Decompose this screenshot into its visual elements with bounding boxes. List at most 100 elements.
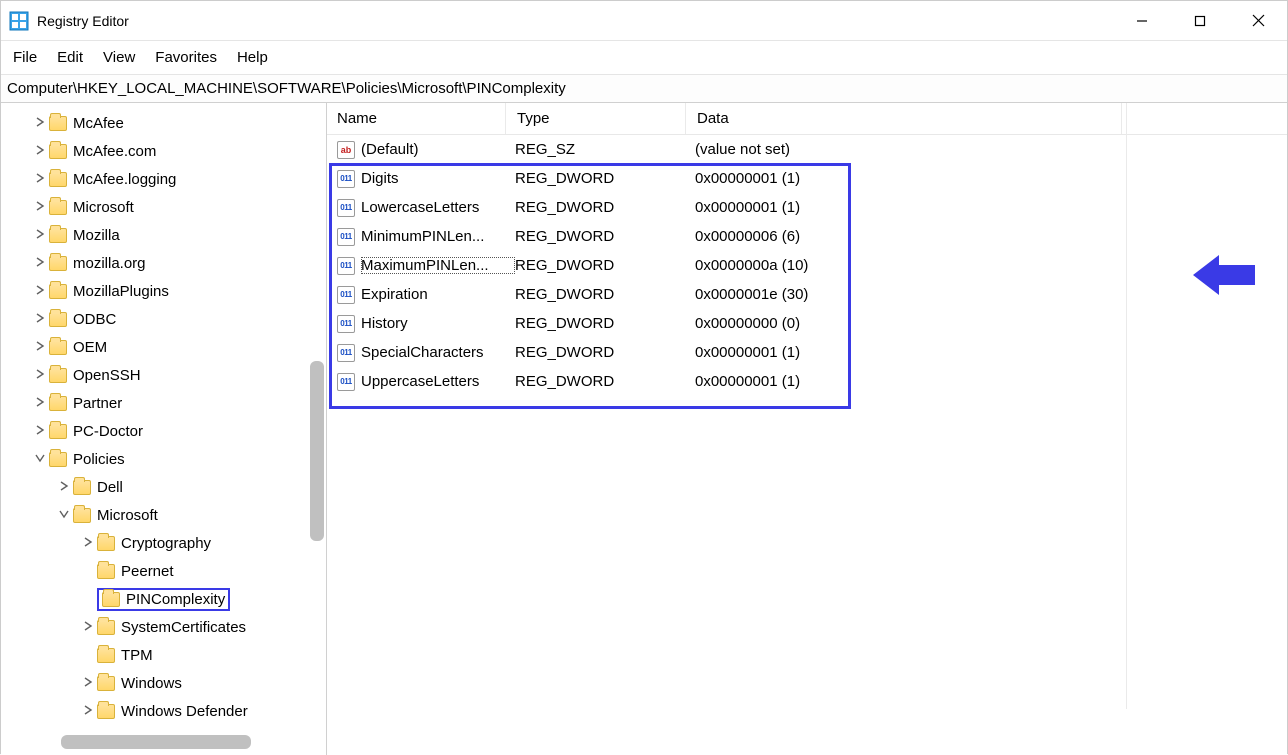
reg-dword-icon: 011 <box>335 256 357 276</box>
menu-help[interactable]: Help <box>237 49 268 66</box>
tree-item[interactable]: Policies <box>1 445 326 473</box>
horizontal-scrollbar[interactable] <box>61 735 251 749</box>
value-type: REG_DWORD <box>515 373 695 390</box>
chevron-right-icon[interactable] <box>31 116 49 130</box>
folder-icon <box>49 228 67 243</box>
menu-view[interactable]: View <box>103 49 135 66</box>
chevron-right-icon[interactable] <box>31 144 49 158</box>
tree-item-label: Mozilla <box>73 227 120 244</box>
panel-divider[interactable] <box>1126 103 1127 709</box>
tree-panel: McAfee McAfee.com McAfee.logging Microsoft M… <box>1 103 327 755</box>
vertical-scrollbar[interactable] <box>310 361 324 541</box>
tree-item[interactable]: Partner <box>1 389 326 417</box>
chevron-right-icon[interactable] <box>31 256 49 270</box>
tree-item[interactable]: Peernet <box>1 557 326 585</box>
value-name: UppercaseLetters <box>361 373 515 390</box>
tree-item[interactable]: Dell <box>1 473 326 501</box>
tree-item[interactable]: Windows <box>1 669 326 697</box>
chevron-right-icon[interactable] <box>79 704 97 718</box>
chevron-right-icon[interactable] <box>31 340 49 354</box>
minimize-button[interactable] <box>1113 0 1171 42</box>
folder-icon <box>102 592 120 607</box>
chevron-down-icon[interactable] <box>55 508 73 522</box>
chevron-right-icon[interactable] <box>31 284 49 298</box>
tree-item[interactable]: mozilla.org <box>1 249 326 277</box>
value-row[interactable]: 011MaximumPINLen...REG_DWORD0x0000000a (… <box>335 251 1287 280</box>
tree-item-label: Policies <box>73 451 125 468</box>
close-button[interactable] <box>1229 0 1287 42</box>
chevron-right-icon[interactable] <box>31 396 49 410</box>
reg-dword-icon: 011 <box>335 285 357 305</box>
chevron-right-icon[interactable] <box>79 536 97 550</box>
tree-item[interactable]: Windows Defender <box>1 697 326 725</box>
value-row[interactable]: 011DigitsREG_DWORD0x00000001 (1) <box>335 164 1287 193</box>
tree-item[interactable]: Cryptography <box>1 529 326 557</box>
chevron-right-icon[interactable] <box>79 620 97 634</box>
value-row[interactable]: 011MinimumPINLen...REG_DWORD0x00000006 (… <box>335 222 1287 251</box>
tree-item[interactable]: Microsoft <box>1 501 326 529</box>
chevron-down-icon[interactable] <box>31 452 49 466</box>
tree-item-label: Peernet <box>121 563 174 580</box>
value-name: Expiration <box>361 286 515 303</box>
values-list[interactable]: ab(Default)REG_SZ(value not set)011Digit… <box>327 135 1287 396</box>
col-header-name[interactable]: Name <box>337 110 517 127</box>
folder-icon <box>49 256 67 271</box>
folder-icon <box>97 564 115 579</box>
folder-icon <box>73 508 91 523</box>
chevron-right-icon[interactable] <box>31 312 49 326</box>
value-data: 0x00000001 (1) <box>695 170 1287 187</box>
tree-item[interactable]: McAfee.logging <box>1 165 326 193</box>
value-row[interactable]: ab(Default)REG_SZ(value not set) <box>335 135 1287 164</box>
folder-icon <box>97 620 115 635</box>
folder-icon <box>49 116 67 131</box>
chevron-right-icon[interactable] <box>31 368 49 382</box>
tree-item[interactable]: PC-Doctor <box>1 417 326 445</box>
value-row[interactable]: 011LowercaseLettersREG_DWORD0x00000001 (… <box>335 193 1287 222</box>
menu-favorites[interactable]: Favorites <box>155 49 217 66</box>
tree-item[interactable]: MozillaPlugins <box>1 277 326 305</box>
tree-item-label: OEM <box>73 339 107 356</box>
col-header-type[interactable]: Type <box>517 110 697 127</box>
reg-sz-icon: ab <box>335 140 357 160</box>
tree-item[interactable]: PINComplexity <box>1 585 326 613</box>
tree-item-label: PINComplexity <box>126 591 225 608</box>
address-bar[interactable]: Computer\HKEY_LOCAL_MACHINE\SOFTWARE\Pol… <box>1 75 1287 103</box>
chevron-right-icon[interactable] <box>31 424 49 438</box>
tree-item[interactable]: OEM <box>1 333 326 361</box>
value-row[interactable]: 011UppercaseLettersREG_DWORD0x00000001 (… <box>335 367 1287 396</box>
tree-item[interactable]: OpenSSH <box>1 361 326 389</box>
tree-item[interactable]: McAfee <box>1 109 326 137</box>
tree-item[interactable]: ODBC <box>1 305 326 333</box>
folder-icon <box>49 172 67 187</box>
tree-item[interactable]: McAfee.com <box>1 137 326 165</box>
reg-dword-icon: 011 <box>335 314 357 334</box>
maximize-button[interactable] <box>1171 0 1229 42</box>
value-row[interactable]: 011HistoryREG_DWORD0x00000000 (0) <box>335 309 1287 338</box>
value-row[interactable]: 011SpecialCharactersREG_DWORD0x00000001 … <box>335 338 1287 367</box>
chevron-right-icon[interactable] <box>31 228 49 242</box>
chevron-right-icon[interactable] <box>31 200 49 214</box>
tree-item[interactable]: Mozilla <box>1 221 326 249</box>
value-name: History <box>361 315 515 332</box>
chevron-right-icon[interactable] <box>79 676 97 690</box>
tree-item[interactable]: TPM <box>1 641 326 669</box>
value-row[interactable]: 011ExpirationREG_DWORD0x0000001e (30) <box>335 280 1287 309</box>
value-data: 0x00000000 (0) <box>695 315 1287 332</box>
column-headers[interactable]: Name Type Data <box>327 103 1287 135</box>
reg-dword-icon: 011 <box>335 372 357 392</box>
tree-item-label: McAfee.logging <box>73 171 176 188</box>
value-type: REG_DWORD <box>515 199 695 216</box>
chevron-right-icon[interactable] <box>31 172 49 186</box>
registry-tree[interactable]: McAfee McAfee.com McAfee.logging Microsoft M… <box>1 103 326 755</box>
value-name: SpecialCharacters <box>361 344 515 361</box>
folder-icon <box>73 480 91 495</box>
menu-edit[interactable]: Edit <box>57 49 83 66</box>
tree-item-label: McAfee <box>73 115 124 132</box>
folder-icon <box>49 396 67 411</box>
chevron-right-icon[interactable] <box>55 480 73 494</box>
folder-icon <box>49 144 67 159</box>
menu-file[interactable]: File <box>13 49 37 66</box>
col-header-data[interactable]: Data <box>697 110 1287 127</box>
tree-item[interactable]: Microsoft <box>1 193 326 221</box>
tree-item[interactable]: SystemCertificates <box>1 613 326 641</box>
